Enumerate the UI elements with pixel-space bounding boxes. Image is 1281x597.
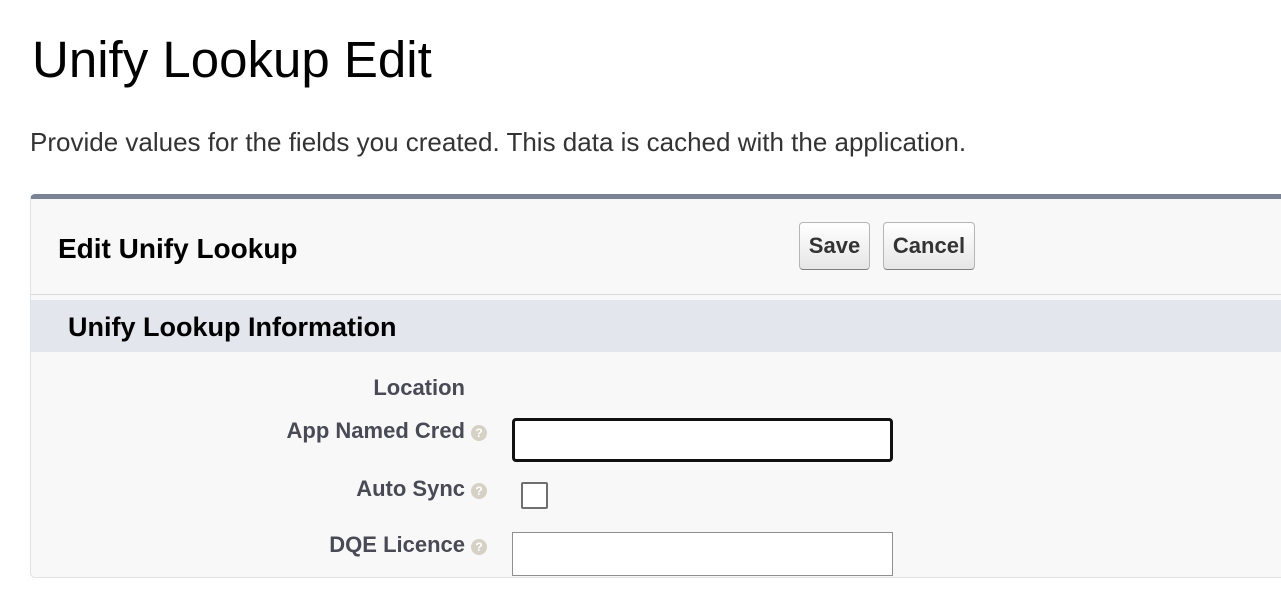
panel-title: Edit Unify Lookup [58, 233, 298, 264]
page-description: Provide values for the fields you create… [30, 127, 967, 157]
page-title: Unify Lookup Edit [32, 31, 432, 88]
section-title: Unify Lookup Information [68, 312, 397, 342]
cancel-button[interactable]: Cancel [883, 222, 975, 270]
app-named-cred-input[interactable] [512, 418, 893, 462]
help-icon[interactable]: ? [471, 483, 487, 499]
dqe-licence-input[interactable] [512, 532, 893, 576]
app-named-cred-label: App Named Cred [286, 418, 465, 443]
page: Unify Lookup Edit Provide values for the… [0, 0, 1281, 597]
save-button[interactable]: Save [799, 222, 870, 270]
help-icon[interactable]: ? [471, 539, 487, 555]
help-icon[interactable]: ? [471, 425, 487, 441]
section-header: Unify Lookup Information [31, 300, 1281, 352]
location-label: Location [373, 375, 465, 400]
auto-sync-checkbox[interactable] [521, 482, 548, 509]
panel-header: Edit Unify Lookup Save Cancel [31, 199, 1281, 295]
dqe-licence-label: DQE Licence [329, 532, 465, 557]
edit-panel: Edit Unify Lookup Save Cancel Unify Look… [30, 194, 1281, 578]
auto-sync-label: Auto Sync [356, 476, 465, 501]
